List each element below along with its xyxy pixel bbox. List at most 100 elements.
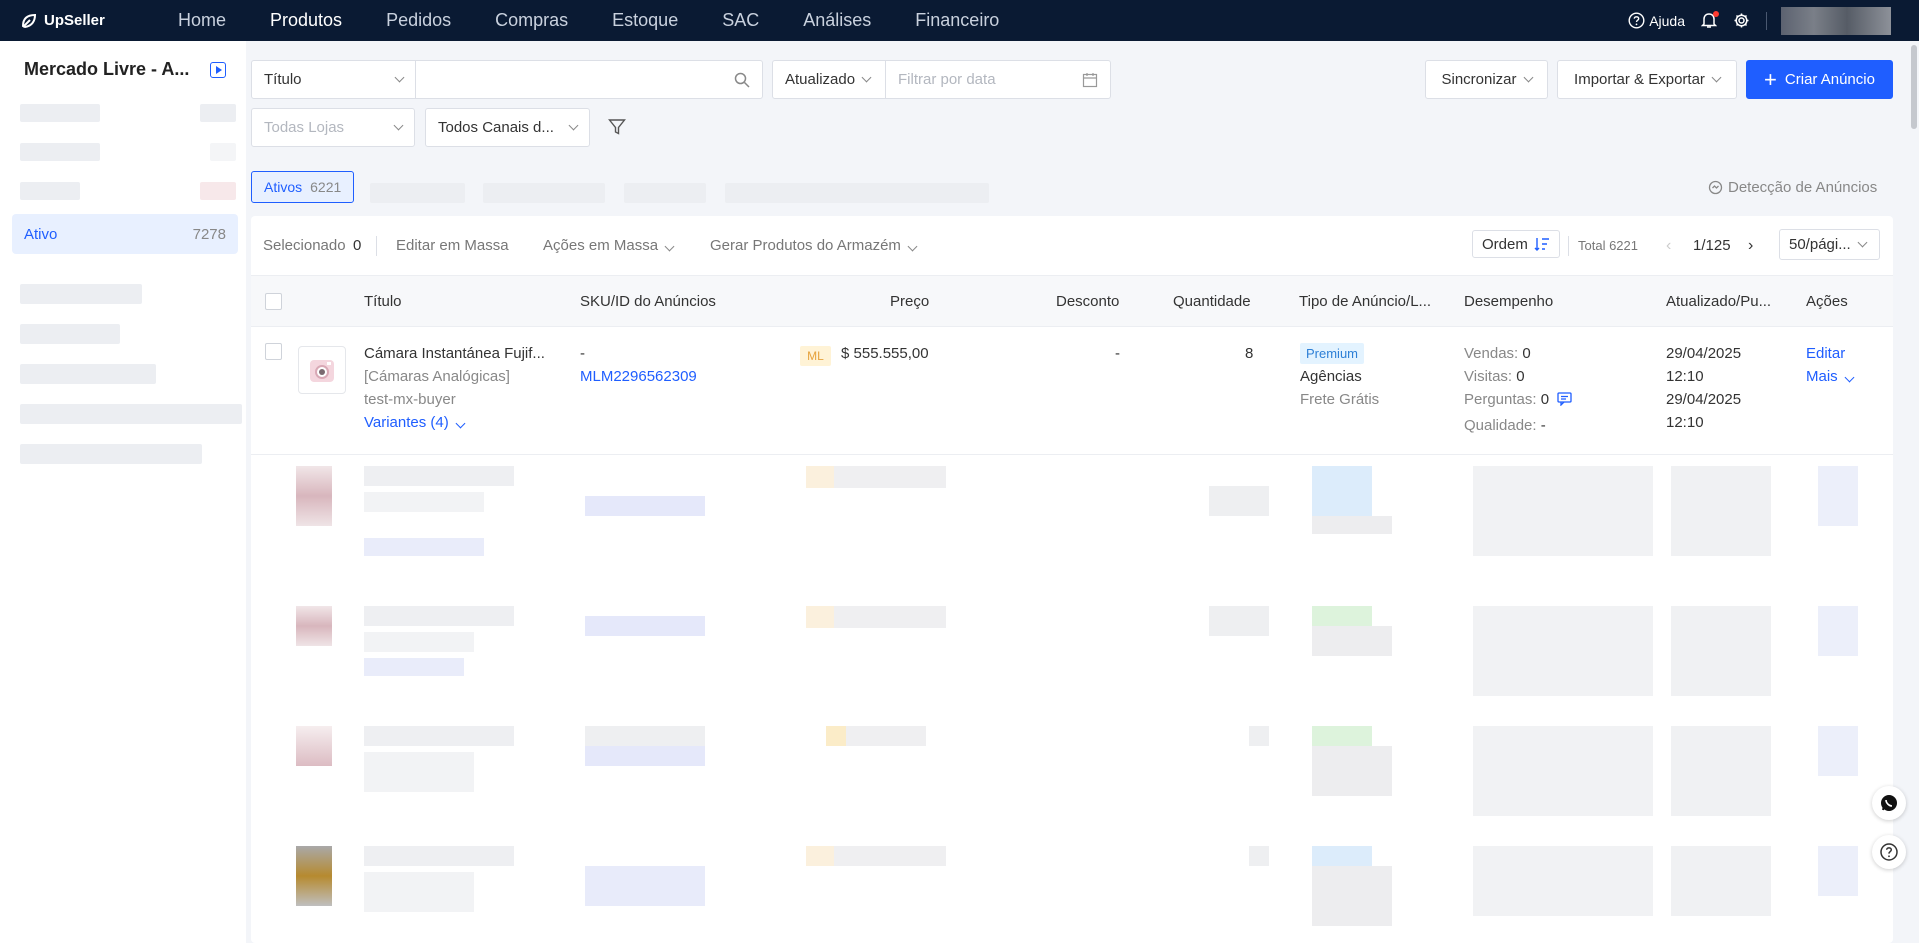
col-header-sku: SKU/ID do Anúncios bbox=[580, 293, 716, 310]
chevron-down-icon bbox=[664, 241, 675, 252]
sidebar-item-blurred[interactable] bbox=[20, 284, 142, 304]
page-size-value: 50/pági... bbox=[1789, 236, 1851, 253]
nav-item-home[interactable]: Home bbox=[178, 10, 226, 31]
tab-blurred[interactable] bbox=[370, 183, 465, 203]
page-scrollbar[interactable] bbox=[1911, 45, 1917, 129]
nav-item-analises[interactable]: Análises bbox=[803, 10, 871, 31]
tab-blurred[interactable] bbox=[483, 183, 605, 203]
sidebar-item-blurred[interactable] bbox=[20, 444, 202, 464]
tab-ativos[interactable]: Ativos 6221 bbox=[251, 171, 355, 203]
date-type-select[interactable]: Atualizado bbox=[772, 60, 886, 99]
bulk-edit-button[interactable]: Editar em Massa bbox=[396, 237, 509, 254]
select-all-checkbox[interactable] bbox=[265, 293, 282, 310]
quantity-value[interactable]: 8 bbox=[1245, 345, 1253, 362]
search-input[interactable] bbox=[415, 60, 763, 99]
sort-order-button[interactable]: Ordem bbox=[1472, 230, 1560, 258]
advanced-filter-button[interactable] bbox=[608, 118, 626, 140]
col-header-updated: Atualizado/Pu... bbox=[1666, 293, 1772, 310]
camera-product-image bbox=[310, 360, 334, 382]
tab-blurred[interactable] bbox=[725, 183, 989, 203]
sidebar-item-ativo[interactable]: Ativo 7278 bbox=[12, 214, 238, 254]
perf-questions: Perguntas: 0 bbox=[1464, 391, 1572, 408]
nav-item-produtos[interactable]: Produtos bbox=[270, 10, 342, 31]
next-page-button[interactable]: › bbox=[1748, 237, 1753, 255]
store-select-placeholder: Todas Lojas bbox=[264, 119, 345, 136]
sidebar-item-blurred[interactable] bbox=[20, 364, 156, 384]
listing-title[interactable]: Cámara Instantánea Fujif... bbox=[364, 345, 545, 362]
sidebar-item-blurred[interactable] bbox=[20, 143, 100, 161]
table-row-blurred[interactable] bbox=[251, 716, 1893, 816]
table-row-blurred[interactable] bbox=[251, 456, 1893, 586]
listings-table-card: Selecionado 0 Editar em Massa Ações em M… bbox=[251, 216, 1893, 943]
help-link[interactable]: Ajuda bbox=[1628, 12, 1685, 29]
date-filter-input[interactable]: Filtrar por data bbox=[885, 60, 1111, 99]
date-type-value: Atualizado bbox=[785, 71, 856, 88]
variants-toggle[interactable]: Variantes (4) bbox=[364, 414, 466, 431]
price-value: $ 555.555,00 bbox=[841, 345, 929, 362]
chevron-down-icon bbox=[1523, 72, 1533, 83]
play-video-icon[interactable] bbox=[210, 62, 226, 78]
brand-logo[interactable]: UpSeller bbox=[20, 12, 158, 30]
generate-products-label: Gerar Produtos do Armazém bbox=[710, 237, 901, 254]
nav-item-estoque[interactable]: Estoque bbox=[612, 10, 678, 31]
row-checkbox[interactable] bbox=[265, 343, 282, 360]
product-thumbnail[interactable] bbox=[298, 346, 346, 394]
page-indicator: 1/125 bbox=[1693, 237, 1731, 254]
sort-icon bbox=[1534, 238, 1549, 251]
sidebar-count-blurred bbox=[200, 104, 236, 122]
help-chat-button[interactable] bbox=[1872, 835, 1906, 869]
nav-item-financeiro[interactable]: Financeiro bbox=[915, 10, 999, 31]
prev-page-button[interactable]: ‹ bbox=[1666, 237, 1671, 255]
filter-icon bbox=[608, 119, 626, 135]
perf-sales-value: 0 bbox=[1522, 345, 1531, 362]
sidebar-count-blurred bbox=[200, 182, 236, 200]
page-size-select[interactable]: 50/pági... bbox=[1779, 229, 1880, 260]
table-row-blurred[interactable] bbox=[251, 596, 1893, 706]
help-icon bbox=[1628, 12, 1645, 29]
store-select[interactable]: Todas Lojas bbox=[251, 108, 415, 147]
sidebar-item-blurred[interactable] bbox=[20, 104, 100, 122]
nav-item-pedidos[interactable]: Pedidos bbox=[386, 10, 451, 31]
perf-quality: Qualidade: - bbox=[1464, 417, 1546, 434]
date-filter-placeholder: Filtrar por data bbox=[898, 71, 996, 88]
create-listing-button[interactable]: + Criar Anúncio bbox=[1746, 60, 1893, 99]
channel-select[interactable]: Todos Canais d... bbox=[425, 108, 590, 147]
more-actions-dropdown[interactable]: Mais bbox=[1806, 368, 1855, 385]
toolbar-divider bbox=[1568, 236, 1569, 256]
col-header-type: Tipo de Anúncio/L... bbox=[1299, 293, 1432, 310]
edit-button[interactable]: Editar bbox=[1806, 345, 1845, 362]
published-date: 29/04/2025 bbox=[1666, 391, 1742, 408]
channel-select-value: Todos Canais d... bbox=[438, 119, 554, 136]
search-field-select[interactable]: Título bbox=[251, 60, 416, 99]
sync-button[interactable]: Sincronizar bbox=[1425, 60, 1548, 99]
tab-blurred[interactable] bbox=[624, 183, 706, 203]
table-row-blurred[interactable] bbox=[251, 836, 1893, 943]
chevron-down-icon bbox=[455, 418, 466, 429]
published-time: 12:10 bbox=[1666, 414, 1704, 431]
nav-item-sac[interactable]: SAC bbox=[722, 10, 759, 31]
listing-id-link[interactable]: MLM2296562309 bbox=[580, 368, 697, 385]
perf-sales: Vendas: 0 bbox=[1464, 345, 1531, 362]
chevron-down-icon bbox=[1711, 72, 1722, 83]
store-title[interactable]: Mercado Livre - A... bbox=[24, 59, 192, 80]
sidebar: Mercado Livre - A... Ativo 7278 bbox=[0, 41, 246, 943]
generate-products-dropdown[interactable]: Gerar Produtos do Armazém bbox=[710, 237, 918, 254]
perf-questions-label: Perguntas: bbox=[1464, 391, 1537, 408]
col-header-price: Preço bbox=[890, 293, 930, 310]
sidebar-item-blurred[interactable] bbox=[20, 404, 242, 424]
user-account-menu[interactable] bbox=[1781, 6, 1891, 35]
whatsapp-button[interactable] bbox=[1872, 786, 1906, 820]
notifications-button[interactable] bbox=[1701, 11, 1719, 29]
sidebar-item-blurred[interactable] bbox=[20, 324, 120, 344]
col-header-discount: Desconto bbox=[1056, 293, 1120, 310]
bulk-actions-dropdown[interactable]: Ações em Massa bbox=[543, 237, 675, 254]
chevron-down-icon bbox=[568, 120, 579, 131]
import-export-button[interactable]: Importar & Exportar bbox=[1557, 60, 1737, 99]
nav-item-compras[interactable]: Compras bbox=[495, 10, 568, 31]
settings-button[interactable] bbox=[1733, 12, 1750, 29]
total-count: Total 6221 bbox=[1578, 238, 1638, 253]
top-nav: UpSeller Home Produtos Pedidos Compras E… bbox=[0, 0, 1919, 41]
sidebar-item-blurred[interactable] bbox=[20, 182, 80, 200]
listing-detection-link[interactable]: Detecção de Anúncios bbox=[1708, 179, 1877, 196]
tab-ativos-label: Ativos bbox=[264, 179, 303, 195]
